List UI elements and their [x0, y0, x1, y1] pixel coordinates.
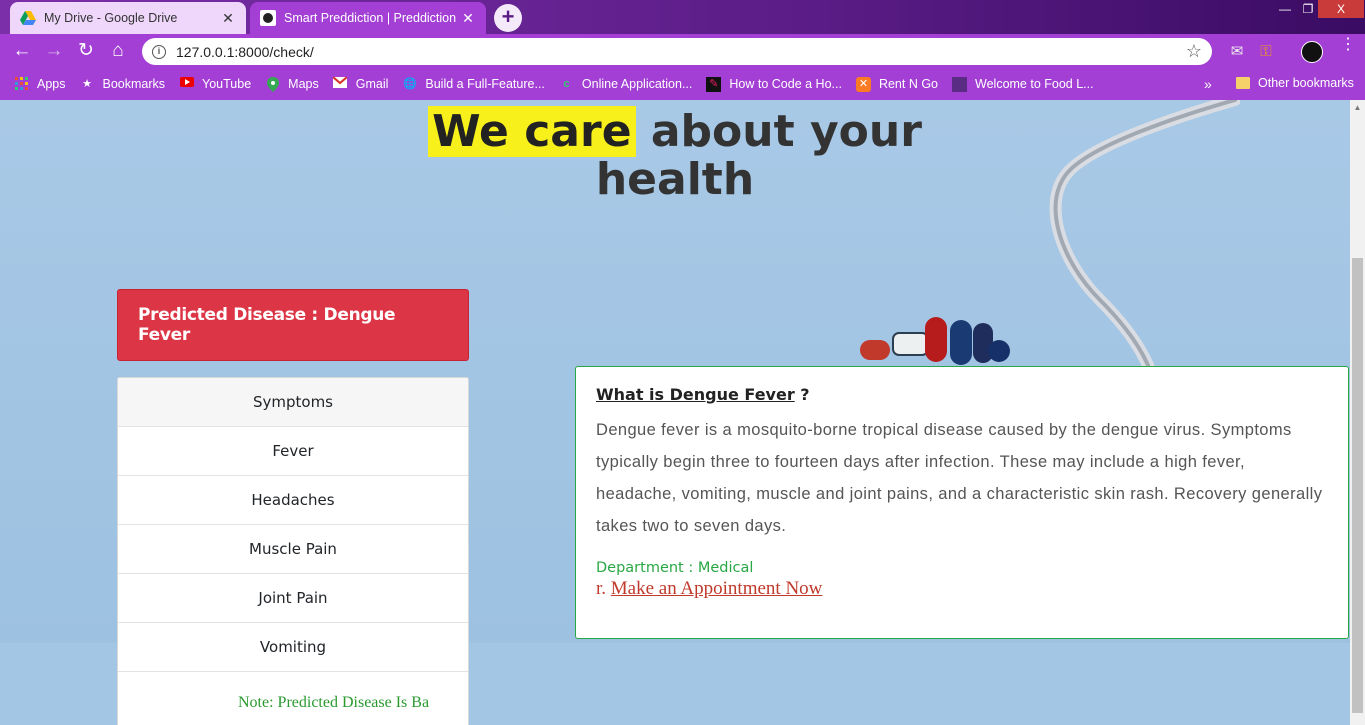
bookmark-bookmarks[interactable]: ★ Bookmarks	[80, 77, 166, 92]
gmail-icon	[332, 75, 348, 92]
forward-arrow-icon[interactable]: →	[43, 40, 65, 62]
appointment-line: r. Make an Appointment Now	[596, 578, 1328, 600]
google-drive-icon	[20, 10, 36, 26]
home-icon[interactable]: ⌂	[107, 40, 129, 62]
disease-info-card: What is Dengue Fever ? Dengue fever is a…	[575, 366, 1349, 639]
disease-description: Dengue fever is a mosquito-borne tropica…	[596, 421, 1323, 535]
info-icon[interactable]: i	[152, 44, 166, 59]
hero-headline: We care about your health	[0, 106, 1350, 205]
close-icon[interactable]: ✕	[220, 10, 236, 27]
page-viewport: We care about your health Predicted Dise…	[0, 100, 1350, 725]
folder-icon	[1236, 77, 1250, 89]
headline-text: about your	[635, 106, 922, 157]
disease-title-underlined: What is Dengue Fever	[596, 385, 795, 404]
bookmark-online-application[interactable]: c Online Application...	[559, 77, 693, 92]
disease-question-title: What is Dengue Fever ?	[596, 385, 1328, 404]
other-bookmarks-label: Other bookmarks	[1258, 76, 1354, 90]
site-icon	[952, 76, 968, 92]
bookmark-gmail[interactable]: Gmail	[332, 75, 389, 92]
reload-icon[interactable]: ↻	[75, 40, 97, 62]
bookmark-welcome-food[interactable]: Welcome to Food L...	[952, 76, 1094, 92]
tab-title: Smart Preddiction | Preddiction	[284, 11, 457, 25]
symptoms-list: Symptoms Fever Headaches Muscle Pain Joi…	[117, 377, 469, 725]
headline-highlight: We care	[428, 106, 636, 157]
bookmark-youtube[interactable]: YouTube	[179, 76, 252, 92]
site-c-icon: c	[563, 77, 570, 90]
site-logo-icon	[260, 10, 276, 26]
pencil-icon: ✎	[706, 76, 722, 92]
url-text: 127.0.0.1:8000/check/	[176, 43, 314, 60]
tab-strip: My Drive - Google Drive ✕ Smart Preddict…	[0, 0, 1365, 34]
bookmark-label: Gmail	[355, 77, 389, 91]
mail-checker-icon[interactable]: ✉	[1227, 42, 1247, 62]
bookmark-label: YouTube	[202, 77, 252, 91]
symptom-item: Joint Pain	[118, 574, 468, 623]
key-extension-icon[interactable]: ⚿	[1256, 42, 1276, 62]
bookmark-label: Maps	[288, 77, 319, 91]
bookmark-build-full-feature[interactable]: 🌐 Build a Full-Feature...	[402, 77, 545, 92]
tab-smart-preddiction[interactable]: Smart Preddiction | Preddiction ✕	[250, 2, 486, 34]
address-bar[interactable]: i 127.0.0.1:8000/check/ ☆	[142, 38, 1212, 65]
bookmark-how-to-code[interactable]: ✎ How to Code a Ho...	[706, 76, 842, 92]
prediction-note: Note: Predicted Disease Is Ba	[238, 694, 430, 711]
scroll-up-arrow-icon[interactable]: ▲	[1350, 100, 1365, 115]
bookmark-maps[interactable]: Maps	[265, 76, 319, 92]
menu-kebab-icon[interactable]: ⋮	[1340, 37, 1356, 53]
back-arrow-icon[interactable]: ←	[11, 40, 33, 62]
department-label: Department : Medical	[596, 560, 754, 576]
symptoms-header: Symptoms	[118, 378, 468, 427]
globe-icon: 🌐	[403, 77, 417, 90]
tab-google-drive[interactable]: My Drive - Google Drive ✕	[10, 2, 246, 34]
symptom-item: Headaches	[118, 476, 468, 525]
appointment-prefix: r.	[596, 578, 607, 599]
pills-image	[860, 317, 1010, 365]
predicted-disease-text: Predicted Disease : Dengue Fever	[138, 305, 396, 345]
other-bookmarks-folder[interactable]: Other bookmarks	[1236, 76, 1354, 90]
bookmark-label: Welcome to Food L...	[975, 77, 1094, 91]
star-icon: ★	[82, 77, 92, 90]
bookmarks-bar: Apps ★ Bookmarks YouTube Maps Gmail 🌐 Bu…	[0, 68, 1365, 100]
tab-title: My Drive - Google Drive	[44, 11, 178, 25]
bookmark-label: Online Application...	[581, 77, 693, 91]
predicted-disease-alert: Predicted Disease : Dengue Fever	[117, 289, 469, 361]
maps-pin-icon	[265, 76, 280, 92]
make-appointment-link[interactable]: Make an Appointment Now	[611, 578, 823, 599]
bookmark-star-icon[interactable]: ☆	[1186, 41, 1202, 62]
browser-toolbar: ← → ↻ ⌂ i 127.0.0.1:8000/check/ ☆ ✉ ⚿ ⋮	[0, 34, 1365, 68]
bookmark-label: Apps	[37, 77, 66, 91]
bookmark-label: How to Code a Ho...	[729, 77, 842, 91]
bookmark-rent-n-go[interactable]: ✕ Rent N Go	[855, 76, 939, 92]
close-window-button[interactable]: X	[1318, 0, 1364, 18]
symptom-item: Vomiting	[118, 623, 468, 672]
scrollbar-thumb[interactable]	[1352, 258, 1363, 713]
page-scrollbar[interactable]: ▲	[1350, 100, 1365, 725]
profile-avatar[interactable]	[1301, 41, 1323, 63]
symptom-item: Muscle Pain	[118, 525, 468, 574]
headline-line2: health	[595, 154, 755, 205]
xampp-icon: ✕	[855, 76, 871, 92]
bookmark-apps[interactable]: Apps	[14, 76, 66, 92]
bookmark-label: Bookmarks	[102, 77, 166, 91]
question-mark: ?	[794, 385, 810, 404]
bookmark-label: Build a Full-Feature...	[425, 77, 545, 91]
new-tab-button[interactable]: +	[494, 4, 522, 32]
close-icon[interactable]: ✕	[460, 10, 476, 27]
apps-grid-icon	[14, 76, 29, 92]
bookmark-label: Rent N Go	[878, 77, 939, 91]
symptom-item: Fever	[118, 427, 468, 476]
youtube-icon	[179, 76, 194, 92]
more-bookmarks-button[interactable]: »	[1204, 76, 1212, 92]
